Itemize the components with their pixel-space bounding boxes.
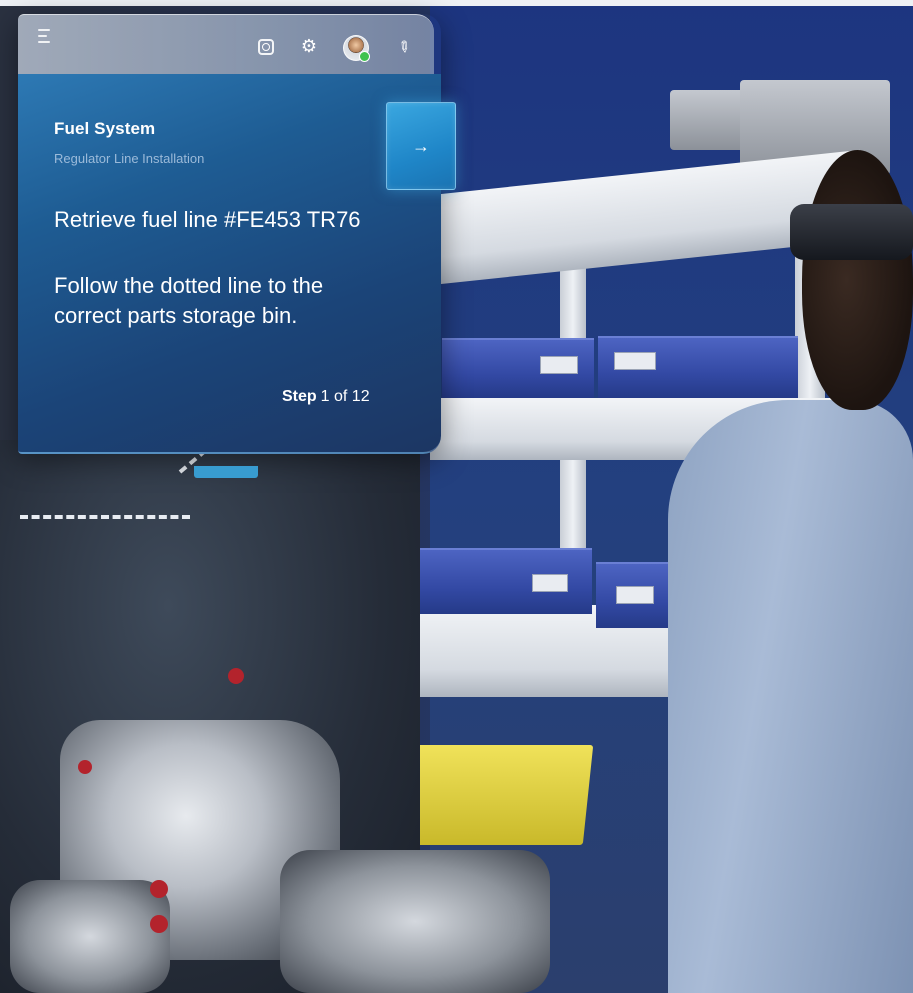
mixed-reality-headset	[790, 204, 913, 260]
step-instruction: Follow the dotted line to the correct pa…	[54, 273, 324, 328]
step-counter: Step 1 of 12	[282, 388, 370, 406]
next-step-button[interactable]: →	[386, 102, 456, 190]
pin-icon[interactable]: ✎	[393, 36, 416, 59]
red-cap	[150, 880, 168, 898]
engine-part	[10, 880, 170, 993]
step-count: 1 of 12	[320, 388, 370, 405]
arrow-right-icon: →	[412, 135, 430, 156]
person-shirt	[668, 400, 913, 993]
instruction-panel: ⚙ ✎ Fuel System Regulator Line Installat…	[18, 14, 456, 478]
bin-label	[614, 352, 656, 370]
panel-toolbar: ⚙ ✎	[18, 14, 434, 75]
step-label: Step	[282, 388, 317, 405]
bin-label	[540, 356, 578, 374]
dotted-guide-line	[20, 515, 190, 519]
menu-icon[interactable]	[38, 29, 54, 43]
step-heading: Retrieve fuel line #FE453 TR76	[54, 207, 361, 232]
panel-anchor-tab	[194, 466, 258, 478]
avatar[interactable]	[343, 35, 370, 62]
person-head	[802, 150, 913, 410]
red-cap	[228, 668, 244, 684]
bin-label	[532, 574, 568, 592]
bin-label	[616, 586, 654, 604]
panel-title: Fuel System	[54, 119, 156, 138]
gear-icon[interactable]: ⚙	[300, 37, 318, 55]
top-strip	[0, 0, 913, 6]
engine-part	[280, 850, 550, 993]
presence-status-dot	[359, 51, 370, 62]
red-cap	[78, 760, 92, 774]
scan-icon[interactable]	[258, 39, 274, 55]
red-cap	[150, 915, 168, 933]
panel-subtitle: Regulator Line Installation	[54, 151, 205, 166]
